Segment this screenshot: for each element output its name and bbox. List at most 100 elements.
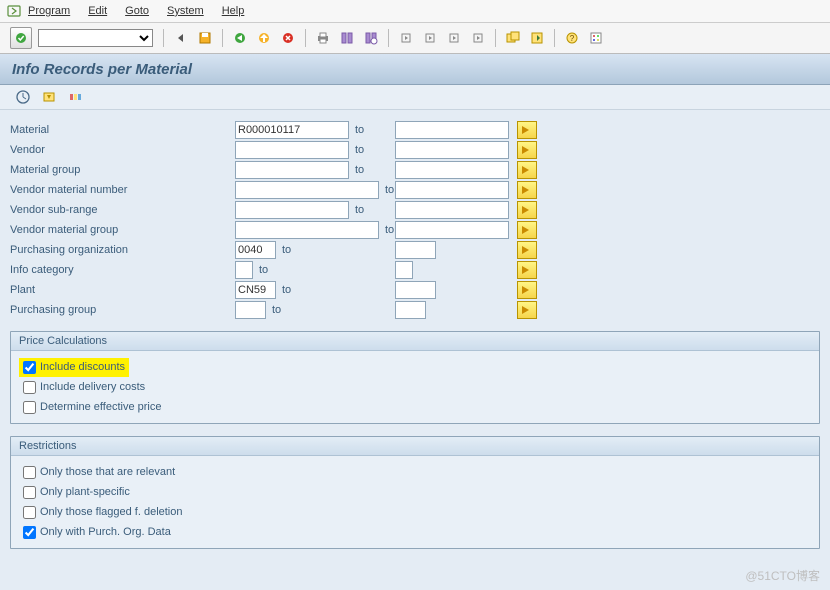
enter-btn[interactable] (10, 27, 32, 49)
input-material-to[interactable] (395, 121, 509, 139)
group-restrictions: Restrictions Only those that are relevan… (10, 436, 820, 549)
toolbar-separator (222, 29, 223, 47)
label-venmatnum: Vendor material number (10, 184, 235, 196)
last-page-btn[interactable] (467, 27, 489, 49)
page-title-band: Info Records per Material (0, 54, 830, 85)
input-venmatnum-from[interactable] (235, 181, 379, 199)
settings-btn[interactable] (585, 27, 607, 49)
input-vendor-to[interactable] (395, 141, 509, 159)
input-purchorg-from[interactable] (235, 241, 276, 259)
input-vensubrange-from[interactable] (235, 201, 349, 219)
multi-select-purchorg[interactable] (517, 241, 537, 259)
first-page-btn[interactable] (395, 27, 417, 49)
chk-row-plant: Only plant-specific (19, 482, 811, 502)
toolbar-separator (163, 29, 164, 47)
chk-only-flagged[interactable] (23, 506, 36, 519)
input-vendor-from[interactable] (235, 141, 349, 159)
multi-select-infocat[interactable] (517, 261, 537, 279)
label-purchgroup: Purchasing group (10, 304, 235, 316)
row-material: Material to (10, 120, 820, 139)
prev-page-btn[interactable] (419, 27, 441, 49)
chk-include-delivery[interactable] (23, 381, 36, 394)
get-variant-icon[interactable] (38, 86, 60, 108)
chk-include-discounts[interactable] (23, 361, 36, 374)
chk-row-purchorg: Only with Purch. Org. Data (19, 522, 811, 542)
to-label: to (355, 144, 395, 156)
row-infocat: Info category to (10, 260, 820, 279)
label-matgroup: Material group (10, 164, 235, 176)
print-btn[interactable] (312, 27, 334, 49)
to-label: to (272, 304, 395, 316)
back-btn[interactable] (170, 27, 192, 49)
input-venmatgroup-to[interactable] (395, 221, 509, 239)
label-purchorg: Purchasing organization (10, 244, 235, 256)
chk-only-purchorg[interactable] (23, 526, 36, 539)
cancel-btn[interactable] (277, 27, 299, 49)
lbl-only-relevant: Only those that are relevant (40, 466, 175, 478)
row-purchgroup: Purchasing group to (10, 300, 820, 319)
multi-select-venmatgroup[interactable] (517, 221, 537, 239)
input-plant-from[interactable] (235, 281, 276, 299)
input-vensubrange-to[interactable] (395, 201, 509, 219)
to-label: to (282, 244, 395, 256)
standard-toolbar: ? (0, 23, 830, 54)
to-label: to (282, 284, 395, 296)
multi-select-matgroup[interactable] (517, 161, 537, 179)
group-title-price: Price Calculations (11, 332, 819, 351)
row-plant: Plant to (10, 280, 820, 299)
back-green-btn[interactable] (229, 27, 251, 49)
find-next-btn[interactable] (360, 27, 382, 49)
input-matgroup-to[interactable] (395, 161, 509, 179)
shortcut-btn[interactable] (526, 27, 548, 49)
input-infocat-to[interactable] (395, 261, 413, 279)
toolbar-separator (305, 29, 306, 47)
input-matgroup-from[interactable] (235, 161, 349, 179)
chk-only-plant[interactable] (23, 486, 36, 499)
lbl-only-flagged: Only those flagged f. deletion (40, 506, 182, 518)
chk-only-relevant[interactable] (23, 466, 36, 479)
input-purchorg-to[interactable] (395, 241, 436, 259)
row-matgroup: Material group to (10, 160, 820, 179)
execute-icon[interactable] (12, 86, 34, 108)
find-btn[interactable] (336, 27, 358, 49)
to-label: to (355, 204, 395, 216)
to-label: to (355, 164, 395, 176)
menu-system[interactable]: System (167, 5, 204, 17)
save-btn[interactable] (194, 27, 216, 49)
multi-select-venmatnum[interactable] (517, 181, 537, 199)
exit-btn[interactable] (253, 27, 275, 49)
input-purchgroup-from[interactable] (235, 301, 266, 319)
page-title: Info Records per Material (12, 61, 192, 78)
toolbar-separator (495, 29, 496, 47)
input-venmatgroup-from[interactable] (235, 221, 379, 239)
selection-grid: Material to Vendor to Material group to … (10, 120, 820, 319)
input-purchgroup-to[interactable] (395, 301, 426, 319)
next-page-btn[interactable] (443, 27, 465, 49)
multi-select-vendor[interactable] (517, 141, 537, 159)
row-purchorg: Purchasing organization to (10, 240, 820, 259)
menu-goto[interactable]: Goto (125, 5, 149, 17)
input-plant-to[interactable] (395, 281, 436, 299)
multi-select-purchgroup[interactable] (517, 301, 537, 319)
multi-select-material[interactable] (517, 121, 537, 139)
input-venmatnum-to[interactable] (395, 181, 509, 199)
help-btn[interactable]: ? (561, 27, 583, 49)
input-material-from[interactable] (235, 121, 349, 139)
chk-determine-effective[interactable] (23, 401, 36, 414)
menu-help[interactable]: Help (222, 5, 245, 17)
command-field[interactable] (38, 29, 153, 47)
new-session-btn[interactable] (502, 27, 524, 49)
multi-select-plant[interactable] (517, 281, 537, 299)
chk-row-flagged: Only those flagged f. deletion (19, 502, 811, 522)
menu-program[interactable]: Program (28, 5, 70, 17)
multi-select-vensubrange[interactable] (517, 201, 537, 219)
input-infocat-from[interactable] (235, 261, 253, 279)
app-menu-icon[interactable] (6, 3, 22, 19)
label-venmatgroup: Vendor material group (10, 224, 235, 236)
group-price-calculations: Price Calculations Include discounts Inc… (10, 331, 820, 424)
menu-edit[interactable]: Edit (88, 5, 107, 17)
chk-row-relevant: Only those that are relevant (19, 462, 811, 482)
data-sources-icon[interactable] (64, 86, 86, 108)
to-label: to (385, 224, 395, 236)
to-label: to (259, 264, 395, 276)
